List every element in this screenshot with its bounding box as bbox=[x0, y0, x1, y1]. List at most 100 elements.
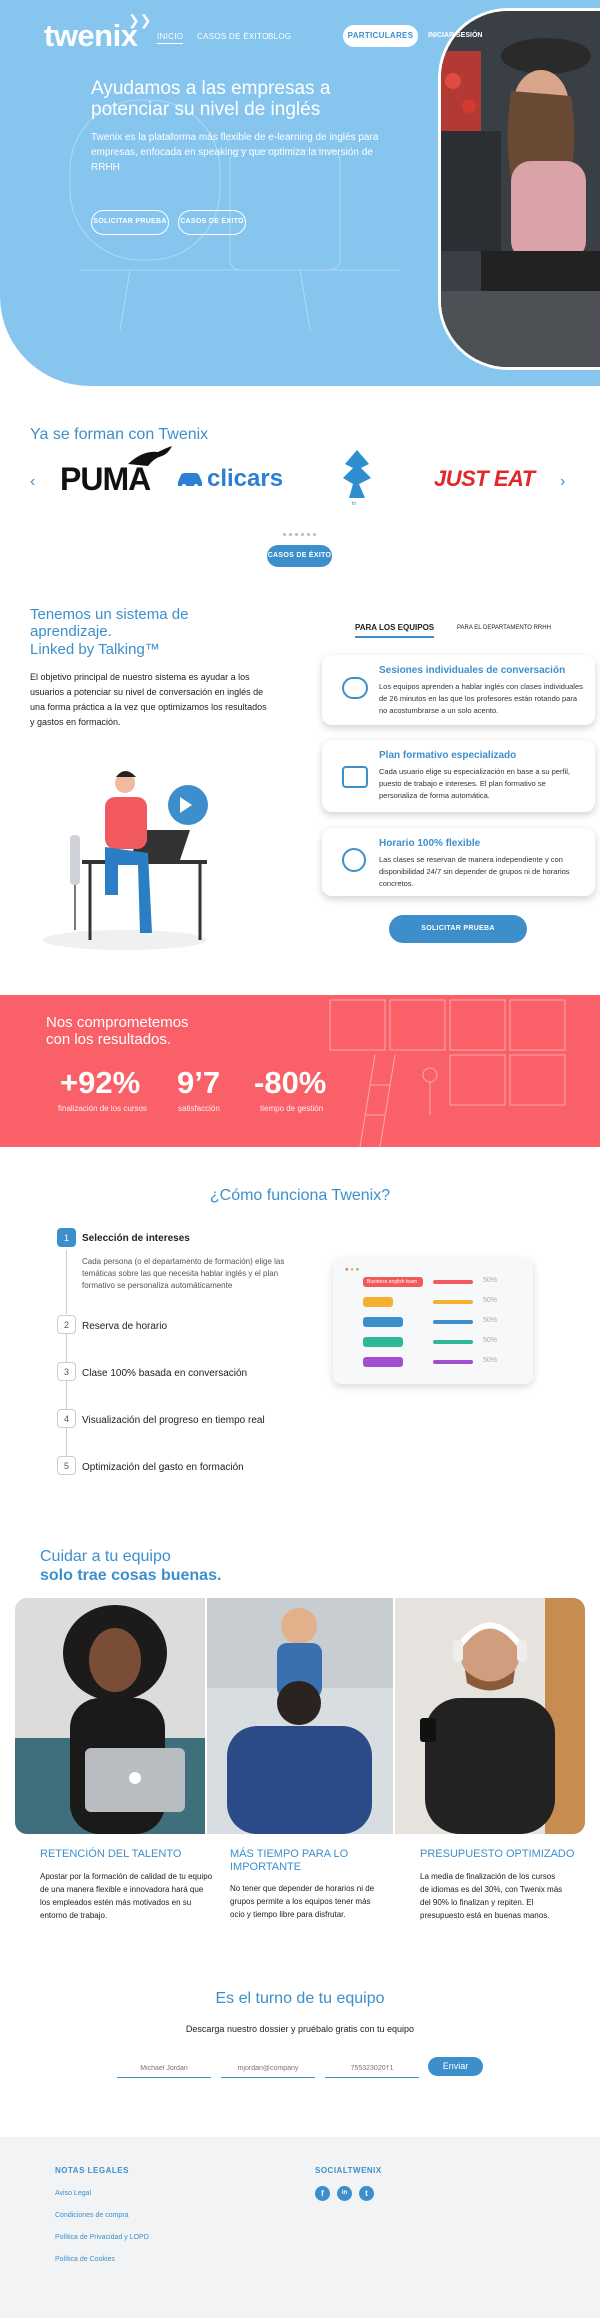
card-horario-flexible: Horario 100% flexible Las clases se rese… bbox=[322, 828, 595, 896]
mock-percent: 50% bbox=[483, 1297, 498, 1304]
stat-label: satisfacción bbox=[178, 1104, 220, 1113]
card-title: Sesiones individuales de conversación bbox=[379, 665, 566, 676]
nav-casos-exito[interactable]: CASOS DE ÉXITO bbox=[197, 32, 269, 41]
benefit-text: Apostar por la formación de calidad de t… bbox=[40, 1872, 213, 1920]
benefit-title: RETENCIÓN DEL TALENTO bbox=[40, 1848, 182, 1860]
step-connector bbox=[66, 1428, 67, 1456]
solicitar-prueba-button[interactable]: SOLICITAR PRUEBA bbox=[91, 210, 169, 235]
mock-interest-row bbox=[363, 1317, 403, 1327]
step-label[interactable]: Selección de intereses bbox=[82, 1233, 190, 1244]
card-text: Las clases se reservan de manera indepen… bbox=[379, 855, 570, 888]
step-label[interactable]: Reserva de horario bbox=[82, 1321, 167, 1332]
id-card-icon bbox=[342, 766, 368, 788]
mock-interest-row: Business english team bbox=[363, 1277, 423, 1287]
mock-progress-bar bbox=[433, 1360, 473, 1364]
system-title-bold: Linked by Talking™ bbox=[30, 641, 160, 658]
havas-logo: tn bbox=[343, 450, 371, 506]
step-label[interactable]: Optimización del gasto en formación bbox=[82, 1462, 244, 1473]
tab-departamento-rrhh[interactable]: PARA EL DEPARTAMENTO RRHH bbox=[457, 625, 551, 631]
stat-value: +92% bbox=[60, 1065, 141, 1100]
footer-link-aviso-legal[interactable]: Aviso Legal bbox=[55, 2190, 91, 2197]
care-heading: Cuidar a tu equipo bbox=[40, 1548, 171, 1565]
step-number[interactable]: 5 bbox=[57, 1456, 76, 1475]
facebook-icon[interactable]: f bbox=[315, 2186, 330, 2201]
card-plan-formativo: Plan formativo especializado Cada usuari… bbox=[322, 740, 595, 812]
tab-para-los-equipos[interactable]: PARA LOS EQUIPOS bbox=[355, 623, 435, 638]
hero-subtitle: Twenix es la plataforma más flexible de … bbox=[91, 132, 379, 173]
mock-interest-row bbox=[363, 1297, 393, 1307]
step-connector bbox=[66, 1250, 67, 1314]
photo-man-headphones bbox=[395, 1598, 585, 1834]
footer-link-privacidad[interactable]: Política de Privacidad y LOPD bbox=[55, 2234, 149, 2241]
nav-blog[interactable]: BLOG bbox=[268, 32, 291, 41]
nav-inicio[interactable]: INICIO bbox=[157, 32, 184, 44]
step-number[interactable]: 2 bbox=[57, 1315, 76, 1334]
footer-link-condiciones[interactable]: Condiciones de compra bbox=[55, 2212, 129, 2219]
benefit-title: PRESUPUESTO OPTIMIZADO bbox=[420, 1848, 575, 1860]
results-section: Nos comprometemos con los resultados. +9… bbox=[0, 995, 600, 1147]
benefit-title: MÁS TIEMPO PARA LO IMPORTANTE bbox=[230, 1848, 349, 1873]
mock-percent: 50% bbox=[483, 1277, 498, 1284]
card-title: Horario 100% flexible bbox=[379, 838, 481, 849]
casos-exito-button[interactable]: CASOS DE ÉXITO bbox=[178, 210, 246, 235]
system-solicitar-prueba-button[interactable]: SOLICITAR PRUEBA bbox=[389, 915, 527, 943]
email-field[interactable] bbox=[221, 2060, 315, 2078]
mock-percent: 50% bbox=[483, 1337, 498, 1344]
legal-heading: NOTAS LEGALES bbox=[55, 2166, 129, 2175]
window-dots-icon: ● ● ● bbox=[345, 1267, 360, 1273]
step-connector bbox=[66, 1381, 67, 1409]
carousel-next-icon[interactable]: › bbox=[560, 473, 565, 491]
clicars-logo: clicars bbox=[207, 465, 284, 492]
benefit-text: La media de finalización de los cursos d… bbox=[420, 1872, 563, 1920]
step-number[interactable]: 3 bbox=[57, 1362, 76, 1381]
clicars-car-icon bbox=[178, 473, 202, 488]
stat-label: tiempo de gestión bbox=[260, 1104, 324, 1113]
contact-subtitle: Descarga nuestro dossier y pruébalo grat… bbox=[185, 2024, 415, 2034]
hero-title: Ayudamos a las empresas a potenciar su n… bbox=[91, 78, 331, 120]
results-heading-1: Nos comprometemos bbox=[46, 1014, 189, 1031]
login-link[interactable]: INICIAR SESIÓN bbox=[428, 32, 482, 39]
card-title: Plan formativo especializado bbox=[379, 750, 517, 761]
name-field[interactable] bbox=[117, 2060, 211, 2078]
svg-text:tn: tn bbox=[352, 501, 356, 506]
system-title: Tenemos un sistema de aprendizaje. bbox=[30, 606, 189, 640]
clients-casos-exito-button[interactable]: CASOS DE ÉXITO bbox=[267, 545, 332, 567]
footer-link-cookies[interactable]: Política de Cookies bbox=[55, 2256, 115, 2263]
hero-section bbox=[0, 0, 600, 386]
twenix-logo[interactable]: twenix bbox=[44, 18, 138, 54]
social-heading: SOCIALTWENIX bbox=[315, 2166, 382, 2175]
step-number[interactable]: 4 bbox=[57, 1409, 76, 1428]
card-sesiones-individuales: Sesiones individuales de conversación Lo… bbox=[322, 655, 595, 725]
care-heading-bold: solo trae cosas buenas. bbox=[40, 1567, 222, 1584]
carousel-prev-icon[interactable]: ‹ bbox=[30, 473, 35, 491]
send-button[interactable]: Enviar bbox=[428, 2057, 483, 2076]
step-label[interactable]: Visualización del progreso en tiempo rea… bbox=[82, 1415, 265, 1426]
linkedin-icon[interactable]: in bbox=[337, 2186, 352, 2201]
contact-heading: Es el turno de tu equipo bbox=[215, 1990, 385, 2007]
twitter-icon[interactable]: t bbox=[359, 2186, 374, 2201]
stat-label: finalización de los cursos bbox=[58, 1104, 147, 1113]
system-description: El objetivo principal de nuestro sistema… bbox=[30, 672, 267, 727]
mock-progress-bar bbox=[433, 1320, 473, 1324]
photo-child-on-shoulders bbox=[207, 1598, 393, 1834]
chat-bubble-icon bbox=[342, 677, 368, 699]
particulares-button[interactable]: PARTICULARES bbox=[343, 25, 418, 47]
step-label[interactable]: Clase 100% basada en conversación bbox=[82, 1368, 247, 1379]
puma-cat-icon bbox=[128, 446, 172, 466]
carousel-dots[interactable] bbox=[283, 523, 319, 541]
mock-percent: 50% bbox=[483, 1357, 498, 1364]
logo-chevron-icon: ❯❯ bbox=[128, 12, 152, 28]
step-number[interactable]: 1 bbox=[57, 1228, 76, 1247]
phone-field[interactable] bbox=[325, 2060, 419, 2078]
how-heading: ¿Cómo funciona Twenix? bbox=[209, 1187, 391, 1204]
step-description: Cada persona (o el departamento de forma… bbox=[82, 1257, 285, 1290]
step-connector bbox=[66, 1334, 67, 1362]
hero-photo-woman-laptop bbox=[438, 8, 600, 370]
photo-woman-laptop bbox=[15, 1598, 205, 1834]
mock-interest-row bbox=[363, 1357, 403, 1367]
mock-progress-bar bbox=[433, 1340, 473, 1344]
card-text: Los equipos aprenden a hablar inglés con… bbox=[379, 682, 583, 715]
clock-icon bbox=[342, 848, 366, 872]
benefit-text: No tener que depender de horarios ni de … bbox=[230, 1884, 375, 1919]
mock-percent: 50% bbox=[483, 1317, 498, 1324]
